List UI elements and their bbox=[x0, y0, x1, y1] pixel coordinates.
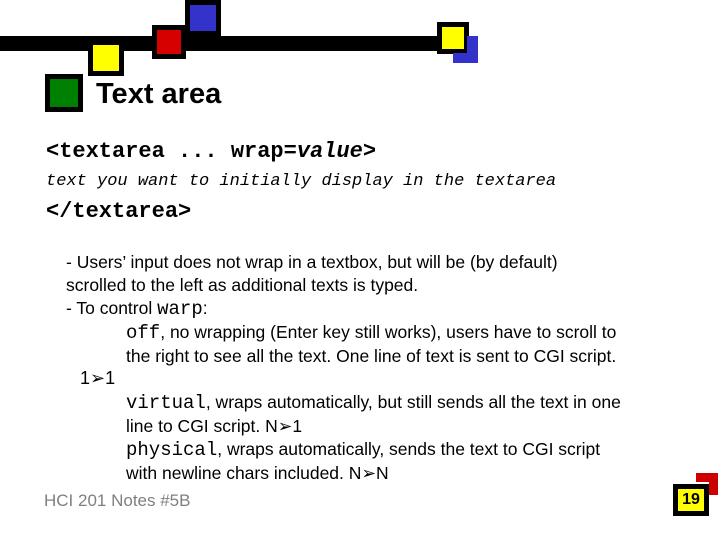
bullet-physical: physical, wraps automatically, sends the… bbox=[126, 438, 706, 485]
code-close-tag: </textarea> bbox=[46, 199, 192, 224]
marker-one-to-one: 1➢1 bbox=[80, 368, 116, 388]
bullet-to-control-warp-prefix: - To control bbox=[66, 298, 158, 318]
bullet-to-control-warp-suffix: : bbox=[202, 298, 208, 318]
code-open-tag: <textarea ... wrap=value> bbox=[46, 139, 376, 164]
keyword-virtual: virtual bbox=[126, 392, 206, 414]
keyword-warp: warp bbox=[157, 298, 203, 320]
code-open-tag-prefix: <textarea ... wrap= bbox=[46, 139, 297, 164]
code-open-tag-value: value bbox=[296, 139, 363, 164]
bullet-virtual: virtual, wraps automatically, but still … bbox=[126, 391, 706, 438]
bullet-to-control-warp: - To control warp: bbox=[66, 297, 706, 321]
slide: Text area <textarea ... wrap=value> text… bbox=[0, 0, 720, 540]
bullet-virtual-line2: line to CGI script. N➢1 bbox=[126, 416, 303, 436]
deco-corner-blue-icon bbox=[453, 36, 478, 63]
header-bar bbox=[0, 36, 478, 51]
page-number-badge: 19 bbox=[673, 484, 709, 516]
deco-square-yellow-left bbox=[88, 40, 124, 76]
page-title: Text area bbox=[96, 78, 222, 110]
keyword-physical: physical bbox=[126, 439, 218, 461]
deco-square-green bbox=[45, 74, 83, 112]
bullet-off-line1: , no wrapping (Enter key still works), u… bbox=[160, 322, 617, 342]
bullet-physical-line1: , wraps automatically, sends the text to… bbox=[217, 439, 601, 459]
bullet-off-line2: the right to see all the text. One line … bbox=[126, 346, 617, 366]
bullet-users-input-line2: scrolled to the left as additional texts… bbox=[66, 275, 419, 295]
bullet-off: off, no wrapping (Enter key still works)… bbox=[126, 321, 706, 368]
bullet-physical-line2: with newline chars included. N➢N bbox=[126, 463, 389, 483]
code-inner-text: text you want to initially display in th… bbox=[46, 172, 557, 191]
bullet-users-input-line1: - Users’ input does not wrap in a textbo… bbox=[66, 252, 558, 272]
body-text-block: - Users’ input does not wrap in a textbo… bbox=[66, 251, 706, 485]
keyword-off: off bbox=[126, 322, 161, 344]
deco-square-blue bbox=[185, 0, 221, 36]
code-open-tag-suffix: > bbox=[362, 139, 377, 164]
bullet-virtual-line1: , wraps automatically, but still sends a… bbox=[205, 392, 621, 412]
deco-square-red bbox=[152, 25, 186, 59]
footer-notes-label: HCI 201 Notes #5B bbox=[44, 491, 191, 510]
bullet-users-input: - Users’ input does not wrap in a textbo… bbox=[66, 251, 706, 297]
